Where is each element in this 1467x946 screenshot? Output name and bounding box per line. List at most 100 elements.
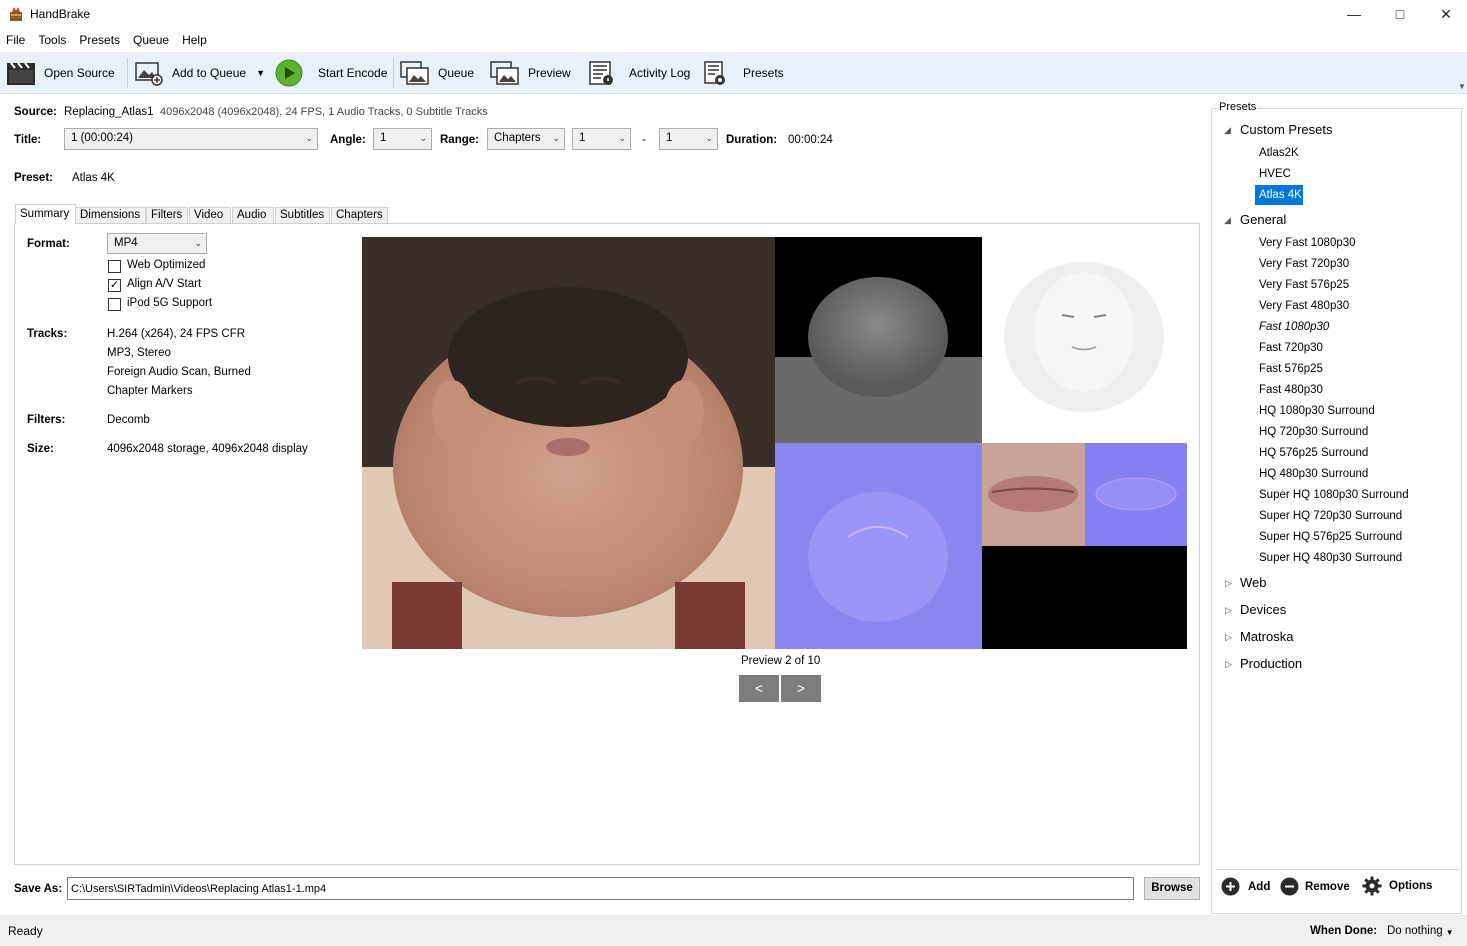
presets-label: Presets bbox=[743, 66, 784, 80]
status-text: Ready bbox=[8, 924, 43, 938]
tracks-label: Tracks: bbox=[27, 328, 68, 340]
range-end-value: 1 bbox=[666, 132, 673, 144]
preset-item[interactable]: Very Fast 576p25 bbox=[1259, 279, 1349, 291]
preset-item[interactable]: Super HQ 480p30 Surround bbox=[1259, 552, 1402, 564]
preset-group-web[interactable]: Web bbox=[1240, 575, 1267, 590]
minimize-icon[interactable]: — bbox=[1331, 0, 1377, 28]
options-button[interactable]: Options bbox=[1362, 876, 1432, 896]
remove-preset-button[interactable]: Remove bbox=[1280, 877, 1350, 896]
range-end-dropdown[interactable]: 1 ⌄ bbox=[659, 128, 718, 150]
maximize-icon[interactable]: □ bbox=[1377, 0, 1423, 28]
menu-presets[interactable]: Presets bbox=[73, 30, 127, 52]
options-label: Options bbox=[1389, 880, 1433, 892]
preset-group-devices[interactable]: Devices bbox=[1240, 602, 1286, 617]
expanded-caret-icon[interactable]: ◢ bbox=[1224, 215, 1231, 226]
range-start-dropdown[interactable]: 1 ⌄ bbox=[572, 128, 631, 150]
open-source-label: Open Source bbox=[44, 66, 115, 80]
angle-dropdown[interactable]: 1 ⌄ bbox=[373, 128, 432, 150]
title-value: 1 (00:00:24) bbox=[71, 132, 134, 144]
tab-video[interactable]: Video bbox=[189, 207, 231, 224]
dropdown-arrow-icon[interactable]: ▼ bbox=[256, 68, 265, 78]
collapsed-caret-icon[interactable]: ▷ bbox=[1225, 605, 1232, 616]
preview-button[interactable]: Preview bbox=[490, 52, 571, 94]
source-label: Source: bbox=[14, 106, 57, 118]
add-preset-label: Add bbox=[1248, 880, 1271, 893]
preset-group-custom[interactable]: Custom Presets bbox=[1240, 122, 1332, 137]
collapsed-caret-icon[interactable]: ▷ bbox=[1225, 578, 1232, 589]
filters-value: Decomb bbox=[107, 414, 150, 426]
preset-item-default[interactable]: Fast 1080p30 bbox=[1259, 321, 1329, 333]
expanded-caret-icon[interactable]: ◢ bbox=[1224, 125, 1231, 136]
chevron-down-icon: ⌄ bbox=[705, 133, 713, 143]
collapsed-caret-icon[interactable]: ▷ bbox=[1225, 659, 1232, 670]
preview-label: Preview bbox=[528, 66, 571, 80]
tab-summary[interactable]: Summary bbox=[15, 204, 76, 224]
menu-help[interactable]: Help bbox=[176, 30, 214, 52]
duration-value: 00:00:24 bbox=[788, 134, 833, 146]
preset-group-production[interactable]: Production bbox=[1240, 656, 1302, 671]
preset-item[interactable]: Fast 576p25 bbox=[1259, 363, 1323, 375]
start-encode-button[interactable]: Start Encode bbox=[275, 52, 387, 94]
toolbar-separator bbox=[127, 58, 128, 88]
preset-item[interactable]: Super HQ 1080p30 Surround bbox=[1259, 489, 1409, 501]
preset-item[interactable]: HQ 576p25 Surround bbox=[1259, 447, 1368, 459]
add-preset-button[interactable]: Add bbox=[1221, 877, 1270, 896]
when-done-dropdown[interactable]: Do nothing ▼ bbox=[1387, 925, 1454, 937]
browse-button[interactable]: Browse bbox=[1144, 877, 1200, 900]
when-done-label: When Done: bbox=[1310, 925, 1378, 937]
add-to-queue-button[interactable]: Add to Queue ▼ bbox=[134, 52, 265, 94]
source-info: 4096x2048 (4096x2048), 24 FPS, 1 Audio T… bbox=[160, 106, 488, 118]
next-preview-button[interactable]: > bbox=[781, 675, 821, 702]
preset-group-general[interactable]: General bbox=[1240, 212, 1286, 227]
menu-file[interactable]: File bbox=[0, 30, 32, 52]
preset-item-hvec[interactable]: HVEC bbox=[1259, 168, 1291, 180]
presets-icon bbox=[704, 61, 725, 85]
activity-log-button[interactable]: Activity Log bbox=[588, 52, 690, 94]
range-label: Range: bbox=[440, 134, 479, 146]
preset-item-atlas2k[interactable]: Atlas2K bbox=[1259, 147, 1299, 159]
close-icon[interactable]: ✕ bbox=[1423, 0, 1467, 28]
preset-item[interactable]: Very Fast 480p30 bbox=[1259, 300, 1349, 312]
preset-item[interactable]: Very Fast 720p30 bbox=[1259, 258, 1349, 270]
preview-images-icon bbox=[490, 61, 519, 85]
track-item: H.264 (x264), 24 FPS CFR bbox=[107, 328, 246, 340]
presets-divider bbox=[1216, 869, 1459, 870]
title-dropdown[interactable]: 1 (00:00:24) ⌄ bbox=[64, 128, 318, 150]
presets-button[interactable]: Presets bbox=[703, 52, 784, 94]
queue-images-icon bbox=[400, 61, 429, 85]
ipod-support-checkbox[interactable] bbox=[108, 298, 121, 311]
preset-group-matroska[interactable]: Matroska bbox=[1240, 629, 1293, 644]
preset-item[interactable]: HQ 480p30 Surround bbox=[1259, 468, 1368, 480]
range-type-dropdown[interactable]: Chapters ⌄ bbox=[487, 128, 565, 150]
toolbar-overflow-icon[interactable]: ▼ bbox=[1458, 82, 1466, 91]
collapsed-caret-icon[interactable]: ▷ bbox=[1225, 632, 1232, 643]
save-path-input[interactable]: C:\Users\SIRTadmin\Videos\Replacing Atla… bbox=[67, 877, 1134, 900]
menu-queue[interactable]: Queue bbox=[127, 30, 176, 52]
previous-preview-button[interactable]: < bbox=[739, 675, 779, 702]
tab-subtitles[interactable]: Subtitles bbox=[275, 207, 330, 224]
preset-item[interactable]: Super HQ 720p30 Surround bbox=[1259, 510, 1402, 522]
preset-item[interactable]: Fast 480p30 bbox=[1259, 384, 1323, 396]
preset-item[interactable]: Super HQ 576p25 Surround bbox=[1259, 531, 1402, 543]
tab-filters[interactable]: Filters bbox=[146, 207, 188, 224]
preset-item[interactable]: HQ 1080p30 Surround bbox=[1259, 405, 1375, 417]
tab-chapters[interactable]: Chapters bbox=[331, 207, 388, 224]
play-icon bbox=[275, 59, 303, 87]
queue-button[interactable]: Queue bbox=[400, 52, 474, 94]
preset-item[interactable]: Very Fast 1080p30 bbox=[1259, 237, 1356, 249]
remove-preset-label: Remove bbox=[1305, 880, 1350, 893]
angle-label: Angle: bbox=[330, 134, 366, 146]
web-optimized-checkbox[interactable] bbox=[108, 260, 121, 273]
align-av-checkbox[interactable]: ✓ bbox=[108, 279, 121, 292]
size-value: 4096x2048 storage, 4096x2048 display bbox=[107, 443, 308, 455]
preset-item[interactable]: Fast 720p30 bbox=[1259, 342, 1323, 354]
preset-item-atlas4k-selected[interactable]: Atlas 4K bbox=[1255, 185, 1303, 205]
dropdown-arrow-icon: ▼ bbox=[1445, 928, 1454, 937]
open-source-button[interactable]: Open Source bbox=[6, 52, 115, 94]
tab-dimensions[interactable]: Dimensions bbox=[75, 207, 146, 224]
range-type-value: Chapters bbox=[494, 132, 541, 144]
tab-audio[interactable]: Audio bbox=[232, 207, 274, 224]
format-dropdown[interactable]: MP4 ⌄ bbox=[107, 233, 207, 254]
menu-tools[interactable]: Tools bbox=[32, 30, 73, 52]
preset-item[interactable]: HQ 720p30 Surround bbox=[1259, 426, 1368, 438]
